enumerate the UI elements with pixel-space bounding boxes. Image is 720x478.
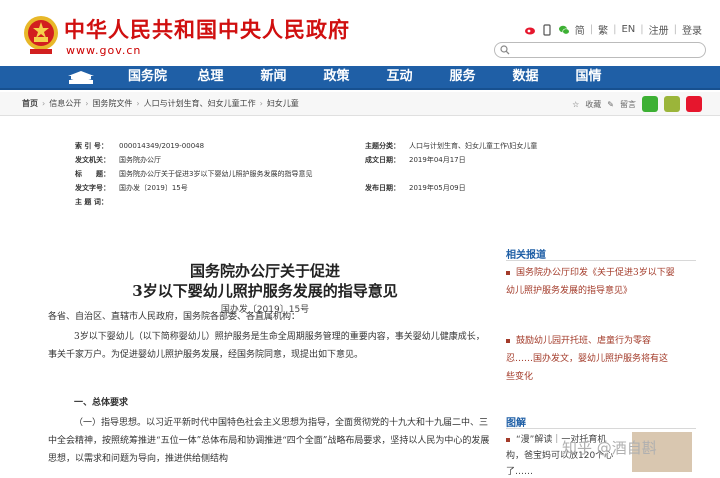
separator: | — [589, 24, 594, 35]
mobile-icon[interactable] — [541, 23, 553, 36]
chevron-right-icon: › — [259, 99, 263, 108]
breadcrumb-item[interactable]: 妇女儿童 — [267, 99, 299, 108]
article-title-line2: 3岁以下婴幼儿照护服务发展的指导意见 — [132, 282, 398, 300]
breadcrumb-home[interactable]: 首页 — [22, 99, 38, 108]
related-reports-heading: 相关报道 — [506, 250, 546, 261]
breadcrumb-item[interactable]: 信息公开 — [49, 99, 81, 108]
nav-item-news[interactable]: 新闻 — [242, 66, 305, 88]
moments-share-icon[interactable] — [664, 96, 680, 112]
star-icon[interactable]: ☆ — [572, 100, 579, 109]
wechat-icon[interactable] — [558, 24, 570, 36]
lang-traditional-link[interactable]: 繁 — [598, 22, 608, 37]
top-links: 简 | 繁 | EN | 注册 | 登录 — [524, 22, 702, 37]
main-nav: 国务院 总理 新闻 政策 互动 服务 数据 国情 — [0, 66, 720, 90]
lang-simplified-link[interactable]: 简 — [575, 22, 585, 37]
article-paragraph: （一）指导思想。以习近平新时代中国特色社会主义思想为指导，全面贯彻党的十九大和十… — [48, 418, 490, 464]
weibo-icon[interactable] — [524, 24, 536, 36]
graphic-heading: 图解 — [506, 418, 526, 429]
register-link[interactable]: 注册 — [649, 22, 669, 37]
comment-icon[interactable]: ✎ — [607, 100, 614, 109]
chevron-right-icon: › — [85, 99, 89, 108]
separator: | — [640, 24, 644, 35]
nav-item-data[interactable]: 数据 — [494, 66, 557, 88]
related-report-link[interactable]: 国务院办公厅印发《关于促进3岁以下婴幼儿照护服务发展的指导意见》 — [506, 264, 676, 300]
site-title[interactable]: 中华人民共和国中央人民政府 — [64, 14, 350, 44]
site-url: www.gov.cn — [66, 44, 142, 57]
nav-item-interaction[interactable]: 互动 — [368, 66, 431, 88]
chevron-right-icon: › — [136, 99, 140, 108]
index-label: 索 引 号： — [75, 142, 108, 150]
bullet-icon — [506, 437, 510, 442]
weibo-share-icon[interactable] — [686, 96, 702, 112]
page-actions: ☆ 收藏 ✎ 留言 — [572, 96, 702, 112]
nav-item-premier[interactable]: 总理 — [179, 66, 242, 88]
title-value: 国务院办公厅关于促进3岁以下婴幼儿照护服务发展的指导意见 — [119, 170, 313, 178]
nav-item-policy[interactable]: 政策 — [305, 66, 368, 88]
pub-date-value: 2019年05月09日 — [409, 184, 466, 192]
bullet-icon — [506, 338, 510, 343]
divider — [506, 260, 696, 261]
login-link[interactable]: 登录 — [682, 22, 702, 37]
title-label: 标 题： — [75, 170, 110, 178]
pub-date-label: 发布日期： — [365, 184, 400, 192]
nav-item-state-council[interactable]: 国务院 — [116, 66, 179, 88]
separator: | — [613, 24, 617, 35]
date-label: 成文日期： — [365, 156, 400, 164]
search-icon[interactable] — [500, 45, 510, 55]
tiananmen-logo-icon[interactable] — [64, 68, 98, 86]
breadcrumb-item[interactable]: 人口与计划生育、妇女儿童工作 — [144, 99, 256, 108]
separator: | — [673, 24, 677, 35]
article-title-line1: 国务院办公厅关于促进 — [189, 262, 340, 280]
watermark: 知乎 @酒自斟 — [562, 439, 657, 457]
favorite-link[interactable]: 收藏 — [585, 99, 601, 110]
issuer-value: 国务院办公厅 — [119, 156, 161, 164]
index-value: 000014349/2019-00048 — [119, 142, 205, 150]
wechat-share-icon[interactable] — [642, 96, 658, 112]
lang-english-link[interactable]: EN — [621, 24, 635, 35]
national-emblem-icon — [24, 16, 58, 54]
date-value: 2019年04月17日 — [409, 156, 466, 164]
article-paragraph: 3岁以下婴幼儿（以下简称婴幼儿）照护服务是生命全周期服务管理的重要内容，事关婴幼… — [48, 332, 485, 360]
docno-value: 国办发〔2019〕15号 — [119, 184, 188, 192]
related-report-link[interactable]: 鼓励幼儿园开托班、虐童行为零容忍……国办发文，婴幼儿照护服务将有这些变化 — [506, 332, 676, 386]
article-salutation: 各省、自治区、直辖市人民政府，国务院各部委、各直属机构： — [48, 312, 301, 322]
topic-value: 人口与计划生育、妇女儿童工作\妇女儿童 — [409, 142, 538, 150]
chevron-right-icon: › — [42, 99, 46, 108]
site-header: 中华人民共和国中央人民政府 www.gov.cn 简 | 繁 | EN | 注册… — [0, 0, 720, 66]
nav-item-services[interactable]: 服务 — [431, 66, 494, 88]
issuer-label: 发文机关： — [75, 156, 110, 164]
comment-link[interactable]: 留言 — [620, 99, 636, 110]
search-input[interactable] — [494, 42, 706, 58]
keywords-label: 主 题 词： — [75, 198, 108, 206]
divider — [506, 428, 696, 429]
bullet-icon — [506, 270, 510, 275]
document-metadata: 索 引 号： 000014349/2019-00048 主题分类： 人口与计划生育、… — [75, 140, 640, 210]
breadcrumb-item[interactable]: 国务院文件 — [92, 99, 132, 108]
breadcrumb: 首页 › 信息公开 › 国务院文件 › 人口与计划生育、妇女儿童工作 › 妇女儿童 ☆ 收藏 ✎… — [0, 92, 720, 116]
article-section-heading: 一、总体要求 — [74, 398, 129, 408]
docno-label: 发文字号： — [75, 184, 110, 192]
nav-item-national-profile[interactable]: 国情 — [557, 66, 620, 88]
topic-label: 主题分类： — [365, 142, 400, 150]
